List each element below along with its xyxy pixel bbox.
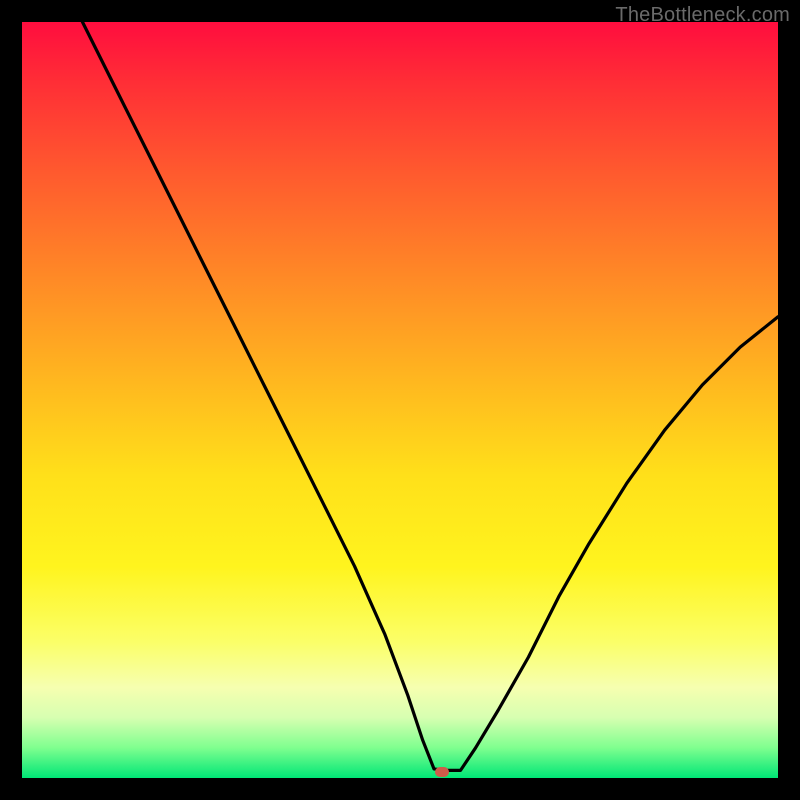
- bottleneck-curve: [22, 22, 778, 778]
- plot-area: [22, 22, 778, 778]
- min-point-marker: [435, 767, 449, 777]
- chart-frame: TheBottleneck.com: [0, 0, 800, 800]
- watermark-text: TheBottleneck.com: [615, 4, 790, 27]
